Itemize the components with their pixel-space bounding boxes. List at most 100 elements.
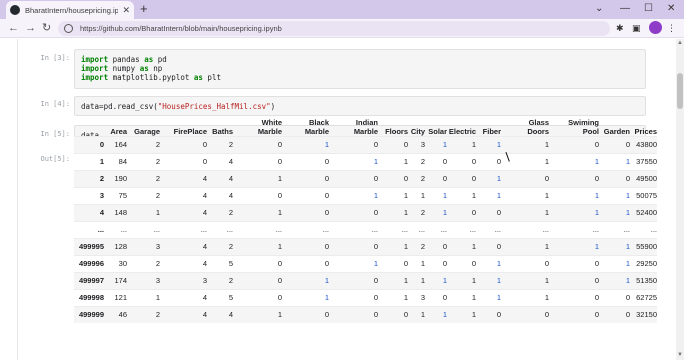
index-header — [74, 115, 104, 136]
table-cell: 5 — [228, 258, 233, 268]
maximize-button[interactable]: ☐ — [644, 1, 653, 17]
table-cell: 0 — [594, 173, 599, 183]
address-bar[interactable]: https://github.com/BharatIntern/blob/mai… — [58, 21, 610, 36]
profile-avatar[interactable] — [649, 21, 662, 34]
table-cell: 1 — [594, 241, 599, 251]
table-cell: 0 — [202, 156, 207, 166]
table-cell: 1 — [496, 190, 501, 200]
table-cell: 3 — [202, 275, 207, 285]
column-header: Indian Marble — [353, 117, 378, 136]
url-text[interactable]: https://github.com/BharatIntern/blob/mai… — [80, 24, 282, 33]
table-cell: 0 — [544, 173, 549, 183]
table-cell: 1 — [442, 139, 447, 149]
row-index: 499998 — [78, 292, 104, 302]
table-row: 3 75 2 4 4 0 0 1 1 1 1 1 1 1 1 1 50075 — [74, 187, 657, 204]
row-index: 499996 — [78, 258, 104, 268]
forward-button[interactable]: → — [25, 20, 36, 37]
table-cell: ... — [592, 224, 599, 234]
scroll-down-icon[interactable]: ▼ — [677, 352, 683, 358]
table-cell: 0 — [324, 241, 329, 251]
table-cell: ... — [120, 224, 127, 234]
table-cell: 37550 — [636, 156, 657, 166]
code-cell-imports[interactable]: import pandas as pd import numpy as np i… — [74, 49, 646, 89]
table-cell: 2 — [155, 258, 160, 268]
new-tab-button[interactable]: + — [140, 1, 148, 17]
table-cell: 1 — [594, 190, 599, 200]
table-row: 499997 174 3 3 2 0 1 0 1 1 1 1 1 1 0 1 51350 — [74, 272, 657, 289]
table-cell: 1 — [324, 292, 329, 302]
table-cell: 0 — [496, 241, 501, 251]
table-cell: 49500 — [636, 173, 657, 183]
table-cell: 0 — [324, 156, 329, 166]
table-cell: 3 — [155, 241, 160, 251]
column-header: White Marble — [257, 117, 282, 136]
column-header: Prices — [634, 126, 657, 136]
table-cell: 2 — [228, 241, 233, 251]
table-cell: ... — [275, 224, 282, 234]
page-divider — [17, 39, 18, 360]
close-window-button[interactable]: ✕ — [667, 1, 675, 17]
table-cell: 0 — [373, 173, 378, 183]
table-cell: 2 — [420, 241, 425, 251]
scroll-up-icon[interactable]: ▲ — [677, 40, 683, 46]
table-cell: 0 — [594, 309, 599, 319]
table-cell: 4 — [228, 190, 233, 200]
extensions-icon[interactable]: ✱ — [616, 22, 624, 35]
page-scrollbar[interactable]: ▲ ▼ — [676, 39, 684, 360]
table-cell: 75 — [118, 190, 127, 200]
table-cell: 0 — [442, 258, 447, 268]
back-button[interactable]: ← — [8, 20, 19, 37]
github-icon — [10, 5, 20, 15]
table-cell: 1 — [155, 292, 160, 302]
table-cell: 29250 — [636, 258, 657, 268]
column-header: Black Marble — [304, 117, 329, 136]
site-info-icon[interactable] — [64, 24, 73, 33]
table-cell: 1 — [625, 275, 630, 285]
table-row: 499995 128 3 4 2 1 0 0 1 2 0 1 0 1 1 1 55900 — [74, 238, 657, 255]
table-cell: 1 — [403, 275, 408, 285]
table-cell: 0 — [496, 207, 501, 217]
table-cell: 55900 — [636, 241, 657, 251]
menu-icon[interactable]: ⋮ — [667, 22, 676, 35]
active-tab[interactable]: BharatIntern/housepricing.ipynb ✕ — [6, 1, 134, 19]
table-cell: 0 — [625, 309, 630, 319]
code-cell-read-csv[interactable]: data=pd.read_csv("HousePrices_HalfMil.cs… — [74, 96, 646, 116]
dataframe-body: 0 164 2 0 2 0 1 0 0 3 1 1 1 1 0 0 43800 1 84 2 0 4 0 0 1 1 2 0 0 0 1 1 1… — [74, 136, 657, 323]
table-cell: ... — [650, 224, 657, 234]
reload-button[interactable]: ↻ — [42, 20, 51, 37]
scrollbar-thumb[interactable] — [677, 73, 683, 109]
side-panel-icon[interactable]: ▣ — [632, 22, 641, 35]
tab-search-icon[interactable]: ⌄ — [595, 1, 603, 17]
table-cell: 0 — [373, 241, 378, 251]
table-cell: 0 — [373, 309, 378, 319]
minimize-button[interactable]: — — [620, 1, 630, 17]
table-cell: 4 — [202, 173, 207, 183]
table-cell: 1 — [420, 190, 425, 200]
tab-close-icon[interactable]: ✕ — [122, 5, 130, 16]
input-prompt: In [5]: — [40, 130, 70, 138]
table-cell: ... — [542, 224, 549, 234]
table-cell: 1 — [420, 275, 425, 285]
table-cell: 0 — [324, 190, 329, 200]
browser-toolbar: ← → ↻ https://github.com/BharatIntern/bl… — [0, 19, 684, 38]
table-cell: 164 — [114, 139, 127, 149]
table-cell: 4 — [202, 190, 207, 200]
table-cell: 1 — [496, 173, 501, 183]
table-cell: 128 — [114, 241, 127, 251]
table-cell: 0 — [324, 309, 329, 319]
table-cell: 1 — [403, 241, 408, 251]
table-cell: 1 — [403, 292, 408, 302]
row-index: ... — [97, 224, 104, 234]
table-row: ........................................… — [74, 221, 657, 238]
table-cell: 2 — [228, 207, 233, 217]
table-cell: 0 — [373, 139, 378, 149]
table-cell: ... — [200, 224, 207, 234]
table-cell: 50075 — [636, 190, 657, 200]
column-header: Garden — [603, 126, 630, 136]
table-cell: 2 — [228, 139, 233, 149]
table-cell: 0 — [471, 173, 476, 183]
table-row: 499998 121 1 4 5 0 1 0 1 3 0 1 1 1 0 0 62725 — [74, 289, 657, 306]
table-cell: 1 — [403, 207, 408, 217]
output-prompt: Out[5]: — [40, 155, 70, 163]
table-row: 2 190 2 4 4 1 0 0 0 2 0 0 1 0 0 0 49500 — [74, 170, 657, 187]
